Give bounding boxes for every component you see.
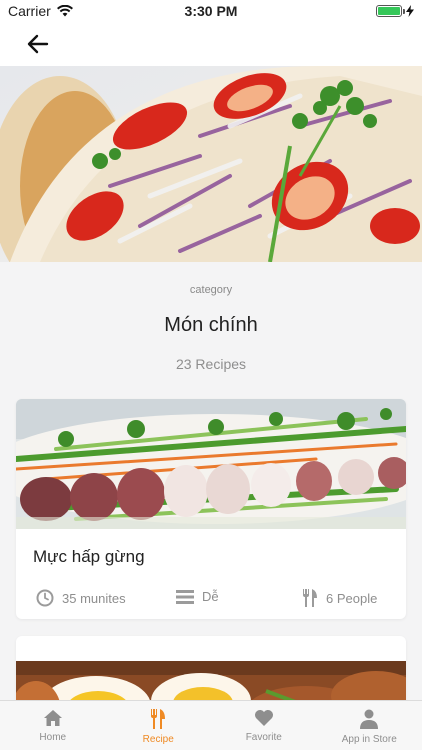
fork-knife-icon bbox=[303, 589, 317, 607]
recipe-card[interactable]: Mực hấp gừng 35 munites Dễ 6 People bbox=[16, 399, 406, 619]
difficulty-value: Dễ bbox=[202, 589, 219, 604]
tab-label: Home bbox=[39, 732, 67, 743]
difficulty: Dễ bbox=[176, 589, 219, 604]
tab-label: Favorite bbox=[245, 732, 282, 743]
tab-favorite[interactable]: Favorite bbox=[211, 701, 317, 750]
tab-bar: Home Recipe Favorite App in Store bbox=[0, 700, 422, 750]
tab-app-in-store[interactable]: App in Store bbox=[317, 701, 422, 750]
squid-dish-photo bbox=[16, 399, 406, 529]
category-hero-image bbox=[0, 66, 422, 262]
back-button[interactable] bbox=[24, 30, 52, 58]
tab-home[interactable]: Home bbox=[0, 701, 106, 750]
category-label: category bbox=[189, 284, 233, 296]
cook-time: 35 munites bbox=[36, 589, 126, 607]
recipe-count: 23 Recipes bbox=[175, 356, 247, 372]
user-icon bbox=[360, 709, 379, 729]
home-icon bbox=[43, 710, 62, 726]
servings: 6 People bbox=[302, 589, 377, 607]
servings-value: 6 People bbox=[326, 590, 378, 606]
navigation-bar bbox=[0, 22, 422, 66]
status-left: Carrier bbox=[8, 3, 148, 19]
tab-label: App in Store bbox=[341, 734, 397, 745]
heart-icon bbox=[254, 710, 273, 726]
clock-icon bbox=[36, 589, 54, 607]
recipe-title: Mực hấp gừng bbox=[33, 547, 145, 566]
status-bar: Carrier 3:30 PM bbox=[0, 0, 422, 22]
charging-bolt-icon bbox=[405, 5, 414, 17]
battery-icon bbox=[375, 5, 405, 17]
wifi-icon bbox=[56, 5, 73, 17]
category-title: Món chính bbox=[164, 314, 258, 336]
utensils-icon bbox=[151, 709, 166, 729]
battery-fill bbox=[377, 7, 400, 15]
status-time: 3:30 PM bbox=[184, 3, 238, 19]
tab-recipe[interactable]: Recipe bbox=[106, 701, 212, 750]
cook-time-value: 35 munites bbox=[62, 590, 126, 606]
recipe-meta: 35 munites Dễ 6 People bbox=[36, 589, 396, 609]
bars-icon bbox=[176, 589, 194, 604]
arrow-left-icon bbox=[27, 34, 49, 54]
status-right bbox=[274, 5, 414, 17]
tacos-photo bbox=[0, 66, 422, 262]
carrier-label: Carrier bbox=[8, 3, 51, 19]
tab-label: Recipe bbox=[142, 734, 174, 745]
